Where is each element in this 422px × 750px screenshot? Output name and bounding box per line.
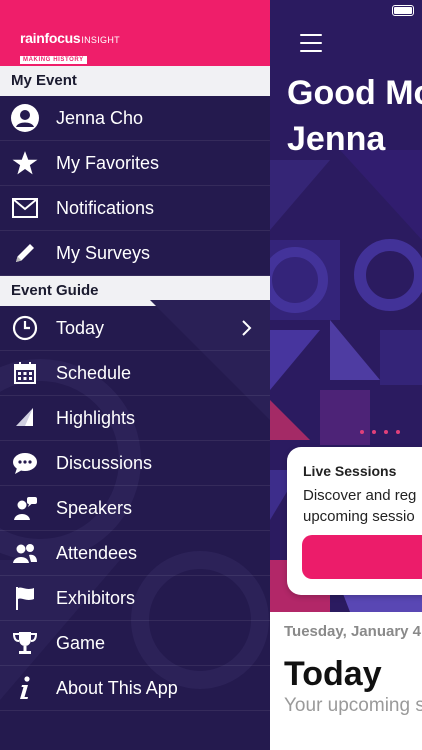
menu-item-label: My Surveys — [56, 242, 151, 263]
today-subtitle: Your upcoming s — [284, 695, 422, 716]
menu-item-label: Today — [56, 317, 105, 338]
menu-item-label: Notifications — [56, 197, 155, 218]
menu-item-label: Schedule — [56, 362, 132, 383]
rainfocus-logo: rainfocusINSIGHT MAKING HISTORY — [20, 30, 120, 64]
greeting-title: Good Mo Jenna — [287, 74, 422, 158]
pencil-icon — [11, 239, 39, 267]
menu-item-label: Jenna Cho — [56, 107, 144, 128]
menu-item-label: Discussions — [56, 452, 153, 473]
chat-bubble-icon — [11, 449, 39, 477]
menu-item-my-favorites[interactable]: My Favorites — [0, 141, 270, 186]
envelope-icon — [11, 194, 39, 222]
trophy-icon — [11, 629, 39, 657]
menu-item-label: Exhibitors — [56, 587, 136, 608]
menu-item-label: Attendees — [56, 542, 138, 563]
live-sessions-card[interactable]: Live Sessions Discover and reg upcoming … — [287, 447, 422, 595]
menu-item-label: Game — [56, 632, 106, 653]
menu-icon[interactable] — [300, 34, 322, 52]
menu-item-speakers[interactable]: Speakers — [0, 486, 270, 531]
menu-item-about-this-app[interactable]: About This App — [0, 666, 270, 711]
menu-item-game[interactable]: Game — [0, 621, 270, 666]
menu-item-my-surveys[interactable]: My Surveys — [0, 231, 270, 276]
menu-item-discussions[interactable]: Discussions — [0, 441, 270, 486]
calendar-icon — [11, 359, 39, 387]
menu-item-label: About This App — [56, 677, 178, 698]
menu-item-profile[interactable]: Jenna Cho — [0, 96, 270, 141]
sail-icon — [11, 404, 39, 432]
menu-item-label: My Favorites — [56, 152, 160, 173]
section-event-guide: Event Guide — [0, 276, 270, 306]
live-sessions-title: Live Sessions — [303, 463, 397, 479]
user-avatar-icon — [11, 104, 39, 132]
date-label: Tuesday, January 4 — [284, 623, 422, 640]
menu-item-today[interactable]: Today — [0, 306, 270, 351]
home-screen: Good Mo Jenna Live Sessions Discover and… — [270, 0, 422, 750]
live-sessions-description: Discover and reg upcoming sessio — [303, 487, 417, 525]
flag-icon — [11, 584, 39, 612]
drawer-header: rainfocusINSIGHT MAKING HISTORY — [0, 0, 270, 66]
menu-item-attendees[interactable]: Attendees — [0, 531, 270, 576]
chevron-right-icon — [242, 320, 252, 336]
menu-item-label: Highlights — [56, 407, 136, 428]
star-icon — [11, 149, 39, 177]
clock-icon — [11, 314, 39, 342]
menu-item-notifications[interactable]: Notifications — [0, 186, 270, 231]
menu-item-schedule[interactable]: Schedule — [0, 351, 270, 396]
battery-icon — [392, 5, 414, 16]
today-heading: Today — [284, 655, 382, 693]
menu-item-exhibitors[interactable]: Exhibitors — [0, 576, 270, 621]
navigation-drawer: rainfocusINSIGHT MAKING HISTORY My Event… — [0, 0, 270, 750]
section-my-event: My Event — [0, 66, 270, 96]
menu-item-label: Speakers — [56, 497, 133, 518]
menu-item-highlights[interactable]: Highlights — [0, 396, 270, 441]
speaker-icon — [11, 494, 39, 522]
live-sessions-button[interactable] — [302, 535, 422, 579]
info-icon — [11, 674, 39, 702]
people-icon — [11, 539, 39, 567]
